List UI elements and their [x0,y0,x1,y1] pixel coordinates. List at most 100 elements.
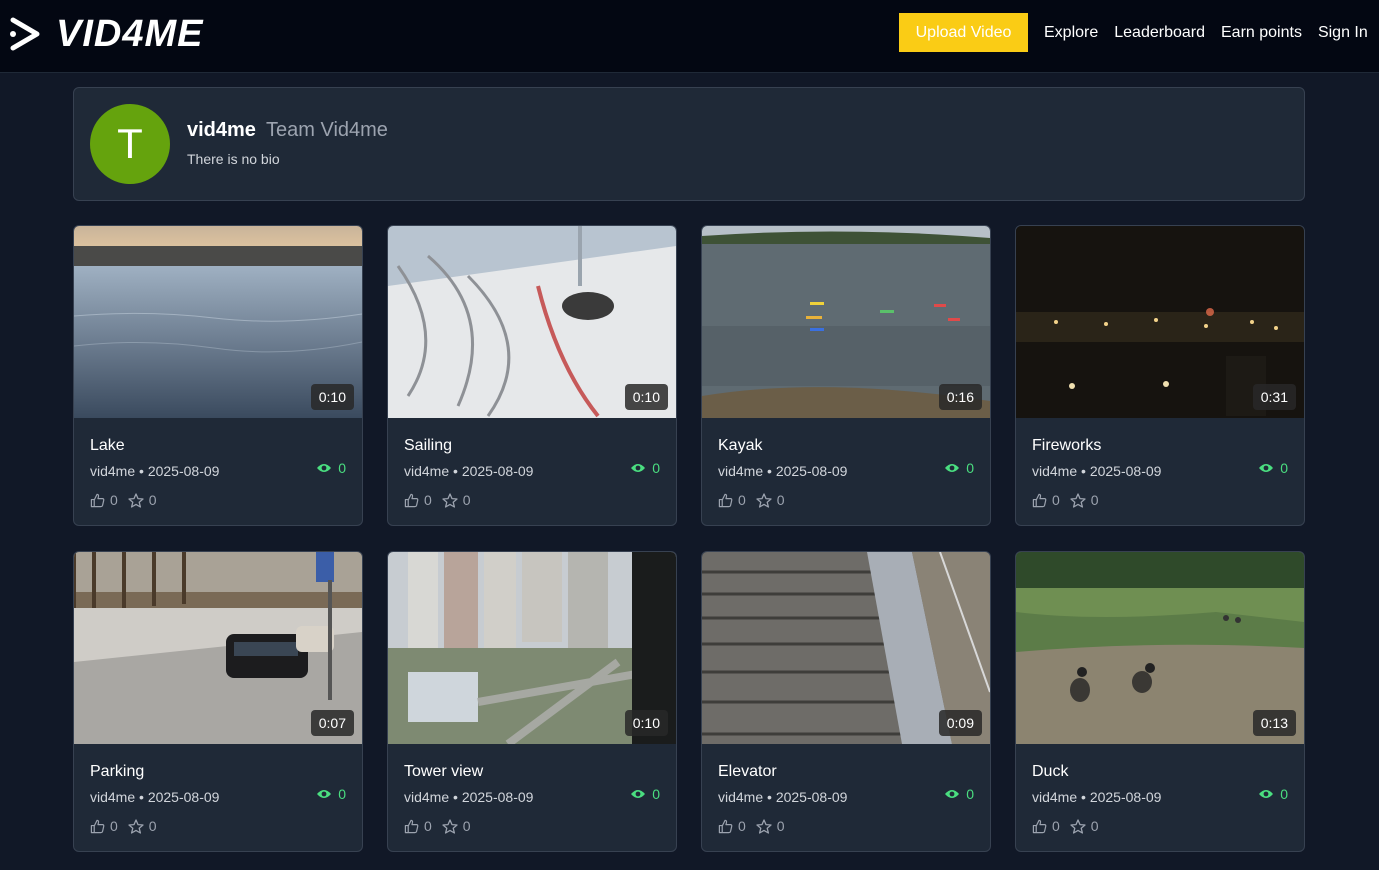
view-count: 0 [944,460,974,476]
view-count: 0 [630,460,660,476]
video-date: 2025-08-09 [1089,789,1162,805]
nav-explore-link[interactable]: Explore [1044,24,1098,42]
video-card[interactable]: 0:13 Duck vid4me • 2025-08-09 0 0 0 [1015,551,1305,852]
video-thumbnail[interactable]: 0:16 [702,226,990,418]
video-card[interactable]: 0:16 Kayak vid4me • 2025-08-09 0 0 0 [701,225,991,526]
view-count: 0 [944,786,974,802]
play-outline-icon [10,17,40,51]
like-button[interactable]: 0 [404,492,432,508]
like-count: 0 [738,818,746,834]
nav-links: Explore Leaderboard Earn points Sign In [1044,24,1379,42]
star-button[interactable]: 0 [756,492,785,508]
view-count: 0 [316,786,346,802]
thumbs-up-icon [404,819,419,833]
star-button[interactable]: 0 [128,492,157,508]
upload-video-button[interactable]: Upload Video [899,13,1028,52]
eye-icon [631,464,646,472]
video-author[interactable]: vid4me [718,789,763,805]
logo[interactable]: VID4ME [8,14,203,54]
video-thumbnail[interactable]: 0:31 [1016,226,1304,418]
star-count: 0 [148,492,157,508]
like-button[interactable]: 0 [718,818,746,834]
eye-icon [317,790,332,798]
duration-badge: 0:10 [310,384,354,410]
video-stats: 0 0 [718,492,795,508]
nav-leaderboard-link[interactable]: Leaderboard [1114,24,1205,42]
video-title[interactable]: Elevator [718,763,777,781]
star-count: 0 [1090,818,1099,834]
video-stats: 0 0 [718,818,795,834]
like-button[interactable]: 0 [90,492,118,508]
star-count: 0 [776,492,785,508]
video-title[interactable]: Kayak [718,437,762,455]
video-meta: vid4me • 2025-08-09 [404,463,534,479]
view-count-value: 0 [338,460,346,476]
star-button[interactable]: 0 [756,818,785,834]
eye-icon [945,790,960,798]
avatar: T [90,104,170,184]
star-button[interactable]: 0 [128,818,157,834]
video-date: 2025-08-09 [1089,463,1162,479]
video-date: 2025-08-09 [775,463,848,479]
nav-sign-in-link[interactable]: Sign In [1318,24,1368,42]
video-thumbnail[interactable]: 0:10 [388,226,676,418]
thumbs-up-icon [718,493,733,507]
video-date: 2025-08-09 [775,789,848,805]
video-title[interactable]: Tower view [404,763,483,781]
video-card[interactable]: 0:09 Elevator vid4me • 2025-08-09 0 0 0 [701,551,991,852]
video-thumbnail[interactable]: 0:09 [702,552,990,744]
star-button[interactable]: 0 [442,818,471,834]
like-count: 0 [424,818,432,834]
video-author[interactable]: vid4me [90,789,135,805]
video-thumbnail[interactable]: 0:07 [74,552,362,744]
view-count-value: 0 [1280,460,1288,476]
view-count-value: 0 [966,460,974,476]
video-title[interactable]: Duck [1032,763,1068,781]
video-title[interactable]: Fireworks [1032,437,1101,455]
video-thumbnail[interactable]: 0:13 [1016,552,1304,744]
like-count: 0 [738,492,746,508]
like-button[interactable]: 0 [1032,492,1060,508]
video-title[interactable]: Parking [90,763,144,781]
video-card[interactable]: 0:10 Tower view vid4me • 2025-08-09 0 0 … [387,551,677,852]
video-stats: 0 0 [404,492,481,508]
video-title[interactable]: Sailing [404,437,452,455]
video-title[interactable]: Lake [90,437,125,455]
nav-earn-points-link[interactable]: Earn points [1221,24,1302,42]
like-button[interactable]: 0 [90,818,118,834]
star-button[interactable]: 0 [1070,492,1099,508]
duration-badge: 0:16 [938,384,982,410]
video-card[interactable]: 0:07 Parking vid4me • 2025-08-09 0 0 0 [73,551,363,852]
video-thumbnail[interactable]: 0:10 [74,226,362,418]
view-count: 0 [630,786,660,802]
view-count: 0 [1258,460,1288,476]
video-author[interactable]: vid4me [1032,463,1077,479]
like-count: 0 [1052,492,1060,508]
video-author[interactable]: vid4me [1032,789,1077,805]
star-icon [128,818,144,834]
eye-icon [945,464,960,472]
video-author[interactable]: vid4me [404,789,449,805]
video-card[interactable]: 0:10 Sailing vid4me • 2025-08-09 0 0 0 [387,225,677,526]
star-button[interactable]: 0 [442,492,471,508]
like-button[interactable]: 0 [718,492,746,508]
video-card[interactable]: 0:10 Lake vid4me • 2025-08-09 0 0 0 [73,225,363,526]
like-button[interactable]: 0 [404,818,432,834]
duration-badge: 0:07 [310,710,354,736]
view-count-value: 0 [966,786,974,802]
video-author[interactable]: vid4me [404,463,449,479]
like-button[interactable]: 0 [1032,818,1060,834]
eye-icon [1259,790,1274,798]
thumbs-up-icon [1032,493,1047,507]
profile-bio: There is no bio [187,151,280,167]
thumbs-up-icon [90,493,105,507]
video-author[interactable]: vid4me [718,463,763,479]
star-button[interactable]: 0 [1070,818,1099,834]
eye-icon [317,464,332,472]
video-meta: vid4me • 2025-08-09 [90,463,220,479]
thumbs-up-icon [718,819,733,833]
video-card[interactable]: 0:31 Fireworks vid4me • 2025-08-09 0 0 0 [1015,225,1305,526]
video-thumbnail[interactable]: 0:10 [388,552,676,744]
video-meta: vid4me • 2025-08-09 [718,463,848,479]
video-author[interactable]: vid4me [90,463,135,479]
